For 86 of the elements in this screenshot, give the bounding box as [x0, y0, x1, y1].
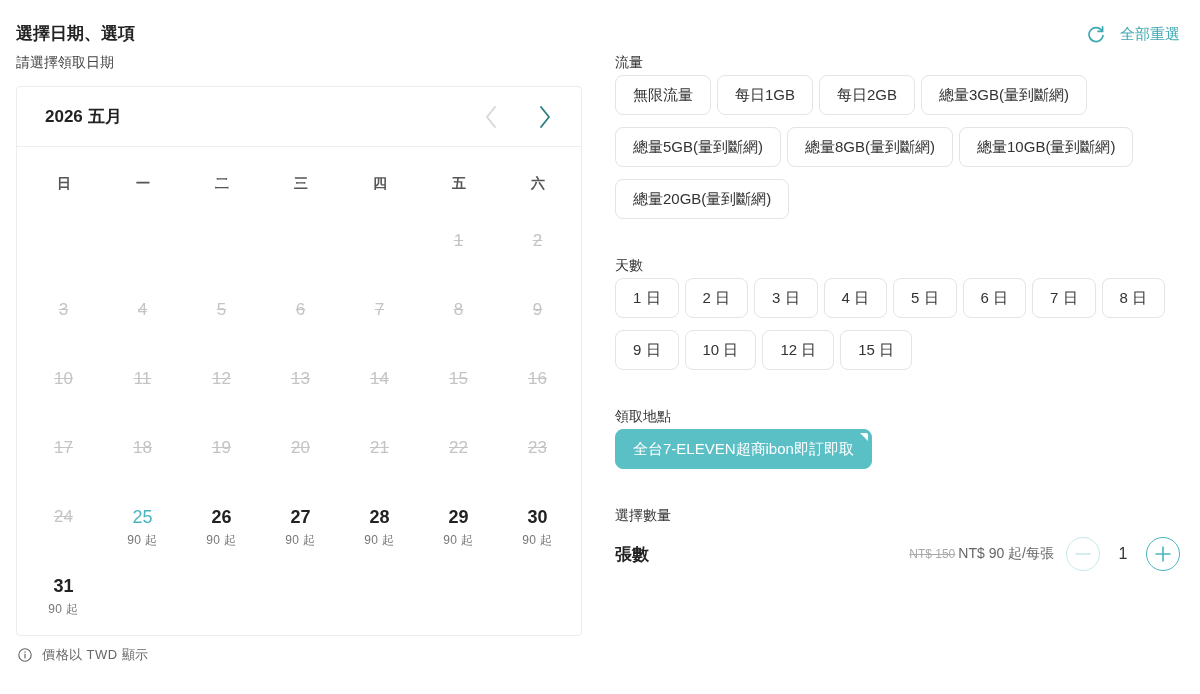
- day-price-label: 90 起: [127, 532, 158, 548]
- weekday-label: 四: [372, 174, 387, 193]
- option-chip[interactable]: 總量20GB(量到斷網): [615, 179, 790, 219]
- day-price-label: 90 起: [364, 532, 395, 548]
- option-chip[interactable]: 9 日: [615, 330, 679, 370]
- calendar-day: 17: [54, 437, 73, 459]
- weekday-label: 五: [451, 174, 466, 193]
- option-chip[interactable]: 8 日: [1101, 278, 1166, 318]
- option-chip[interactable]: 每日1GB: [717, 75, 813, 115]
- increment-button[interactable]: [1146, 537, 1180, 571]
- weekday-label: 六: [530, 174, 545, 193]
- calendar-day: 15: [449, 368, 468, 390]
- calendar-day: 5: [216, 299, 227, 321]
- option-chip[interactable]: 總量8GB(量到斷網): [787, 127, 954, 167]
- chevron-left-icon: [485, 105, 497, 128]
- calendar-day: 1: [453, 230, 464, 252]
- option-chip[interactable]: 無限流量: [615, 75, 711, 115]
- calendar-day[interactable]: 25 90 起: [127, 506, 158, 548]
- option-chip[interactable]: 6 日: [962, 278, 1027, 318]
- option-chip[interactable]: 7 日: [1032, 278, 1096, 318]
- calendar-day: 20: [291, 437, 310, 459]
- option-group-label: 選擇數量: [615, 506, 671, 525]
- calendar-day[interactable]: 27 90 起: [285, 506, 316, 548]
- calendar-day: 7: [374, 299, 385, 321]
- calendar-day: 22: [449, 437, 468, 459]
- calendar-day: 19: [212, 437, 231, 459]
- calendar-day: 9: [532, 299, 543, 321]
- day-price-label: 90 起: [285, 532, 316, 548]
- option-chip[interactable]: 3 日: [754, 278, 818, 318]
- section-title: 選擇日期、選項: [16, 23, 135, 45]
- option-chip[interactable]: 1 日: [615, 278, 679, 318]
- calendar-day[interactable]: 26 90 起: [206, 506, 237, 548]
- option-chip[interactable]: 總量10GB(量到斷網): [959, 127, 1134, 167]
- price-currency-note: 價格以 TWD 顯示: [42, 646, 149, 664]
- unit-price: NT$ 90 起/每張: [958, 545, 1054, 563]
- day-price-label: 90 起: [48, 601, 79, 617]
- original-price: NT$ 150: [909, 547, 956, 561]
- calendar-day: 11: [133, 368, 152, 390]
- weekday-label: 一: [135, 174, 150, 193]
- day-price-label: 90 起: [443, 532, 474, 548]
- info-icon: [18, 648, 32, 662]
- plus-icon: [1155, 546, 1171, 562]
- minus-icon: [1075, 553, 1091, 555]
- calendar-day: 16: [528, 368, 547, 390]
- weekday-label: 日: [56, 174, 71, 193]
- refresh-icon: [1087, 25, 1105, 43]
- option-chip[interactable]: 5 日: [893, 278, 957, 318]
- day-price-label: 90 起: [206, 532, 237, 548]
- option-chip[interactable]: 每日2GB: [819, 75, 916, 115]
- calendar-day: 6: [295, 299, 306, 321]
- calendar-day: 4: [137, 299, 148, 321]
- option-chip[interactable]: 總量3GB(量到斷網): [921, 75, 1088, 115]
- corner-triangle-icon: [859, 433, 868, 441]
- calendar-day[interactable]: 30 90 起: [522, 506, 553, 548]
- option-chip[interactable]: 4 日: [823, 278, 888, 318]
- calendar-day: 21: [370, 437, 389, 459]
- weekday-label: 三: [293, 174, 308, 193]
- calendar-day: 8: [453, 299, 464, 321]
- instruction-text: 請選擇領取日期: [16, 53, 114, 72]
- chevron-right-icon: [539, 105, 551, 128]
- calendar-day: 2: [532, 230, 543, 252]
- option-chip[interactable]: 12 日: [762, 330, 835, 370]
- calendar-day[interactable]: 28 90 起: [364, 506, 395, 548]
- calendar-day: 18: [133, 437, 152, 459]
- option-chip[interactable]: 2 日: [684, 278, 749, 318]
- calendar-day: 13: [291, 368, 310, 390]
- calendar-day[interactable]: 29 90 起: [443, 506, 474, 548]
- option-group-label: 領取地點: [615, 407, 671, 426]
- calendar-day: 10: [54, 368, 73, 390]
- calendar-day: 14: [370, 368, 389, 390]
- option-chip[interactable]: 總量5GB(量到斷網): [615, 127, 781, 167]
- weekday-label: 二: [214, 174, 229, 193]
- day-price-label: 90 起: [522, 532, 553, 548]
- option-group-label: 天數: [615, 256, 643, 275]
- quantity-value: 1: [1117, 545, 1129, 563]
- calendar-day: 23: [528, 437, 547, 459]
- next-month-button[interactable]: [539, 105, 551, 128]
- calendar-day: 24: [54, 506, 73, 528]
- calendar-day: 12: [212, 368, 231, 390]
- calendar-day[interactable]: 31 90 起: [48, 575, 79, 617]
- calendar-day: 3: [58, 299, 69, 321]
- month-title: 2026 五月: [45, 105, 122, 128]
- option-chip[interactable]: 10 日: [684, 330, 757, 370]
- option-chip[interactable]: 15 日: [840, 330, 913, 370]
- option-group-label: 流量: [615, 53, 643, 72]
- quantity-item-label: 張數: [615, 543, 649, 566]
